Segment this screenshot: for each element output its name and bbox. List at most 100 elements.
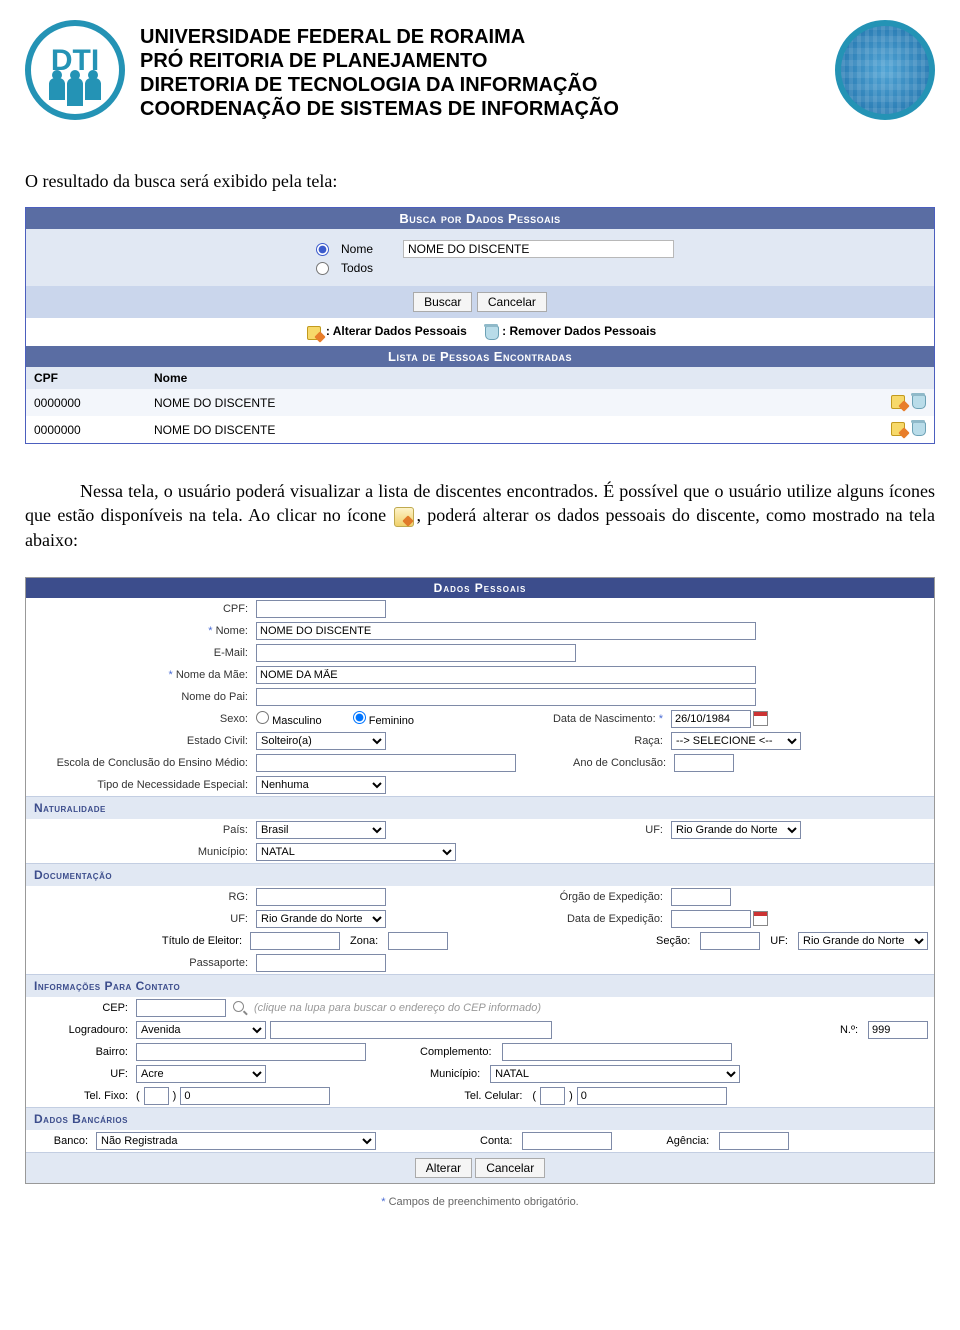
escola-input[interactable] <box>256 754 516 772</box>
sexo-label: Sexo: <box>32 713 252 725</box>
nome-input[interactable] <box>256 622 756 640</box>
alterar-button[interactable]: Alterar <box>415 1158 472 1178</box>
tfixo-num[interactable] <box>180 1087 330 1105</box>
form-cancelar-button[interactable]: Cancelar <box>475 1158 545 1178</box>
tfixo-ddd[interactable] <box>144 1087 169 1105</box>
cell-nome: NOME DO DISCENTE <box>154 396 876 410</box>
radio-nome[interactable] <box>316 243 329 256</box>
civil-select[interactable]: Solteiro(a) <box>256 732 386 750</box>
cep-hint: (clique na lupa para buscar o endereço d… <box>254 1002 541 1014</box>
header-line-4: COORDENAÇÃO DE SISTEMAS DE INFORMAÇÃO <box>140 97 820 121</box>
paren-close-2: ) <box>569 1090 573 1102</box>
table-header: CPF Nome <box>26 367 934 389</box>
buscar-button[interactable]: Buscar <box>413 292 472 312</box>
calendar-icon[interactable] <box>753 911 768 926</box>
mun-nat-select[interactable]: NATAL <box>256 843 456 861</box>
mun-cont-label: Município: <box>424 1068 486 1080</box>
pais-label: País: <box>32 824 252 836</box>
orgao-input[interactable] <box>671 888 731 906</box>
calendar-icon[interactable] <box>753 711 768 726</box>
agencia-input[interactable] <box>719 1132 789 1150</box>
log-input[interactable] <box>270 1021 552 1039</box>
email-input[interactable] <box>256 644 576 662</box>
col-header-cpf: CPF <box>34 371 154 385</box>
section-banco: Dados Bancários <box>26 1107 934 1130</box>
mae-input[interactable] <box>256 666 756 684</box>
dexp-input[interactable] <box>671 910 751 928</box>
search-nome-input[interactable] <box>403 240 674 258</box>
bairro-input[interactable] <box>136 1043 366 1061</box>
pai-label: Nome do Pai: <box>32 691 252 703</box>
titulo-input[interactable] <box>250 932 340 950</box>
dnasc-label: Data de Nascimento: * <box>517 713 667 725</box>
form-title: Dados Pessoais <box>26 578 934 598</box>
pass-input[interactable] <box>256 954 386 972</box>
footnote: * Campos de preenchimento obrigatório. <box>25 1196 935 1208</box>
tcel-label: Tel. Celular: <box>458 1090 528 1102</box>
cpf-input[interactable] <box>256 600 386 618</box>
table-row: 0000000 NOME DO DISCENTE <box>26 389 934 416</box>
agencia-label: Agência: <box>660 1135 715 1147</box>
zona-label: Zona: <box>344 935 384 947</box>
radio-fem[interactable] <box>353 711 366 724</box>
raca-select[interactable]: --> SELECIONE <-- <box>671 732 801 750</box>
inline-edit-icon <box>394 507 414 527</box>
uf-nat-select[interactable]: Rio Grande do Norte <box>671 821 801 839</box>
cancelar-button[interactable]: Cancelar <box>477 292 547 312</box>
delete-icon <box>483 324 499 340</box>
zona-input[interactable] <box>388 932 448 950</box>
dexp-label: Data de Expedição: <box>517 913 667 925</box>
conta-label: Conta: <box>474 1135 518 1147</box>
tcel-ddd[interactable] <box>540 1087 565 1105</box>
radio-todos[interactable] <box>316 262 329 275</box>
pai-input[interactable] <box>256 688 756 706</box>
legend-alterar: : Alterar Dados Pessoais <box>326 324 467 338</box>
uf-eleitor-select[interactable]: Rio Grande do Norte <box>798 932 928 950</box>
dnasc-input[interactable] <box>671 710 751 728</box>
cep-input[interactable] <box>136 999 226 1017</box>
banco-select[interactable]: Não Registrada <box>96 1132 376 1150</box>
dti-logo: DTI <box>25 20 125 120</box>
bairro-label: Bairro: <box>32 1046 132 1058</box>
row-edit-icon[interactable] <box>891 420 907 436</box>
mae-label: * Nome da Mãe: <box>32 669 252 681</box>
radio-masc[interactable] <box>256 711 269 724</box>
conta-input[interactable] <box>522 1132 612 1150</box>
nec-select[interactable]: Nenhuma <box>256 776 386 794</box>
search-option-todos-row: Todos <box>316 261 674 275</box>
uf-nat-label: UF: <box>517 824 667 836</box>
legend: : Alterar Dados Pessoais : Remover Dados… <box>26 318 934 346</box>
secao-input[interactable] <box>700 932 760 950</box>
row-delete-icon[interactable] <box>910 393 926 409</box>
log-label: Logradouro: <box>32 1024 132 1036</box>
uf-eleitor-label: UF: <box>764 935 794 947</box>
tfixo-label: Tel. Fixo: <box>32 1090 132 1102</box>
mun-cont-select[interactable]: NATAL <box>490 1065 740 1083</box>
cell-cpf: 0000000 <box>34 396 154 410</box>
row-edit-icon[interactable] <box>891 393 907 409</box>
doc-header: DTI UNIVERSIDADE FEDERAL DE RORAIMA PRÓ … <box>25 20 935 121</box>
table-row: 0000000 NOME DO DISCENTE <box>26 416 934 443</box>
log-select[interactable]: Avenida <box>136 1021 266 1039</box>
col-header-nome: Nome <box>154 371 876 385</box>
sexo-radio-group: Masculino Feminino <box>256 711 513 727</box>
num-input[interactable] <box>868 1021 928 1039</box>
comp-input[interactable] <box>502 1043 732 1061</box>
tcel-num[interactable] <box>577 1087 727 1105</box>
ano-input[interactable] <box>674 754 734 772</box>
pais-select[interactable]: Brasil <box>256 821 386 839</box>
dados-pessoais-form: Dados Pessoais CPF: * Nome: E-Mail: * No… <box>25 577 935 1184</box>
uf-doc-select[interactable]: Rio Grande do Norte <box>256 910 386 928</box>
nec-label: Tipo de Necessidade Especial: <box>32 779 252 791</box>
ano-label: Ano de Conclusão: <box>520 757 670 769</box>
row-delete-icon[interactable] <box>910 420 926 436</box>
banco-label: Banco: <box>32 1135 92 1147</box>
titulo-label: Título de Eleitor: <box>32 935 246 947</box>
header-text: UNIVERSIDADE FEDERAL DE RORAIMA PRÓ REIT… <box>140 20 820 121</box>
email-label: E-Mail: <box>32 647 252 659</box>
rg-input[interactable] <box>256 888 386 906</box>
orgao-label: Órgão de Expedição: <box>517 891 667 903</box>
header-line-1: UNIVERSIDADE FEDERAL DE RORAIMA <box>140 25 820 49</box>
uf-cont-select[interactable]: Acre <box>136 1065 266 1083</box>
search-icon[interactable] <box>233 1001 247 1015</box>
